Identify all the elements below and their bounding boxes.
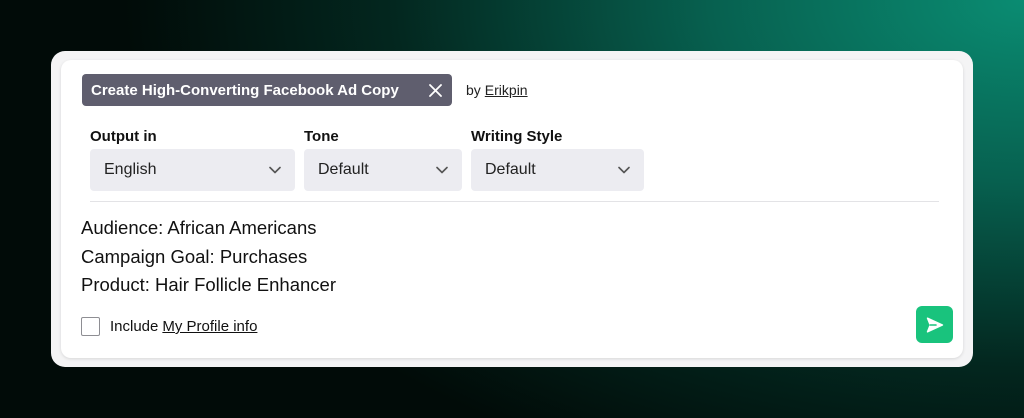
by-label: by — [466, 82, 481, 98]
include-profile-checkbox[interactable] — [81, 317, 100, 336]
chevron-down-icon — [436, 166, 448, 174]
output-language-label: Output in — [90, 128, 157, 145]
include-text: Include — [110, 318, 159, 335]
tone-value: Default — [318, 161, 369, 178]
send-icon — [926, 317, 943, 332]
writing-style-value: Default — [485, 161, 536, 178]
author-link[interactable]: Erikpin — [485, 82, 528, 98]
output-language-value: English — [104, 161, 157, 178]
tone-select[interactable]: Default — [304, 149, 462, 191]
prompt-input[interactable]: Audience: African Americans Campaign Goa… — [81, 214, 336, 300]
input-line: Product: Hair Follicle Enhancer — [81, 274, 336, 295]
prompt-author: by Erikpin — [466, 82, 528, 98]
prompt-template-tag: Create High-Converting Facebook Ad Copy — [82, 74, 452, 106]
writing-style-label: Writing Style — [471, 128, 563, 145]
tone-label: Tone — [304, 128, 339, 145]
input-line: Audience: African Americans — [81, 217, 317, 238]
output-language-select[interactable]: English — [90, 149, 295, 191]
prompt-template-title: Create High-Converting Facebook Ad Copy — [91, 81, 399, 99]
close-icon[interactable] — [428, 83, 442, 97]
send-button[interactable] — [916, 306, 953, 343]
input-line: Campaign Goal: Purchases — [81, 245, 308, 267]
my-profile-info-link[interactable]: My Profile info — [162, 318, 257, 335]
chevron-down-icon — [269, 166, 281, 174]
include-profile-label: Include My Profile info — [110, 318, 257, 335]
writing-style-select[interactable]: Default — [471, 149, 644, 191]
chevron-down-icon — [618, 166, 630, 174]
divider — [90, 201, 939, 202]
